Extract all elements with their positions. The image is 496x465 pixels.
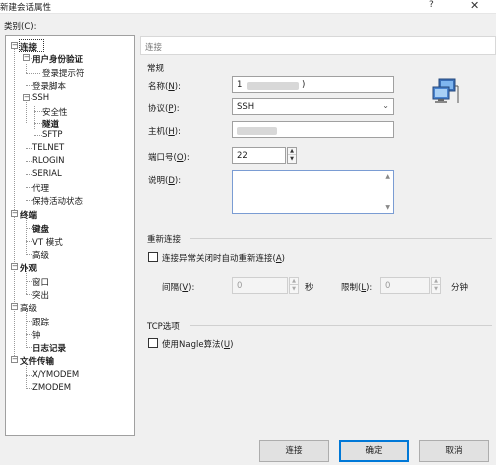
tree-item-window[interactable]: 窗口 (32, 276, 49, 288)
tree-item-logging[interactable]: 日志记录 (32, 342, 66, 354)
tree-item-keepalive[interactable]: 保持活动状态 (32, 195, 83, 207)
close-button[interactable]: ✕ (470, 0, 479, 12)
host-input[interactable] (232, 121, 394, 138)
collapse-icon[interactable]: − (11, 42, 18, 49)
spin-down-icon[interactable]: ▼ (288, 156, 296, 163)
tree-item-sftp[interactable]: SFTP (42, 130, 62, 140)
ok-button[interactable]: 确定 (339, 440, 409, 462)
spin-down-icon[interactable]: ▼ (290, 286, 298, 293)
tree-item-ssh[interactable]: SSH (32, 93, 49, 103)
interval-unit: 秒 (305, 283, 314, 293)
limit-input[interactable]: 0 (380, 277, 430, 294)
name-label: 名称(N): (148, 82, 181, 92)
protocol-select[interactable]: SSH ⌄ (232, 98, 394, 115)
spin-down-icon[interactable]: ▼ (432, 286, 440, 293)
tree-item-connection[interactable]: 连接 (20, 41, 37, 53)
tree-item-advanced[interactable]: 高级 (32, 249, 49, 261)
title-bar: 新建会话属性 ? ✕ (0, 0, 496, 14)
tree-item-telnet[interactable]: TELNET (32, 143, 64, 153)
limit-label: 限制(L): (341, 283, 373, 293)
reconnect-group-title: 重新连接 (147, 235, 182, 245)
tree-item-serial[interactable]: SERIAL (32, 169, 62, 179)
spin-up-icon[interactable]: ▲ (290, 278, 298, 285)
window-title: 新建会话属性 (0, 3, 52, 13)
interval-spinner[interactable]: ▲ ▼ (289, 277, 299, 294)
collapse-icon[interactable]: − (11, 303, 18, 310)
collapse-icon[interactable]: − (11, 210, 18, 217)
interval-label: 间隔(V): (162, 283, 195, 293)
interval-input[interactable]: 0 (232, 277, 288, 294)
limit-spinner[interactable]: ▲ ▼ (431, 277, 441, 294)
tree-item-zmodem[interactable]: ZMODEM (32, 383, 71, 393)
nagle-checkbox[interactable] (148, 338, 158, 348)
port-value: 22 (237, 151, 248, 161)
connect-button[interactable]: 连接 (259, 440, 329, 462)
tree-item-user-auth[interactable]: 用户身份验证 (32, 53, 83, 65)
page-title: 连接 (140, 36, 496, 55)
spin-up-icon[interactable]: ▲ (288, 148, 296, 155)
name-value-start: 1 (237, 80, 243, 90)
host-label: 主机(H): (148, 127, 181, 137)
port-input[interactable]: 22 (232, 147, 286, 164)
tree-item-highlight[interactable]: 突出 (32, 289, 49, 301)
tree-item-trace[interactable]: 跟踪 (32, 316, 49, 328)
tree-item-login-prompt[interactable]: 登录提示符 (42, 67, 85, 79)
page-title-text: 连接 (145, 43, 163, 53)
tree-item-security[interactable]: 安全性 (42, 106, 68, 118)
network-computer-icon (432, 78, 459, 103)
limit-value: 0 (385, 281, 391, 291)
collapse-icon[interactable]: − (11, 263, 18, 270)
name-value-end: ) (302, 80, 306, 90)
tree-item-bell[interactable]: 钟 (32, 329, 41, 341)
nagle-label: 使用Nagle算法(U) (162, 340, 234, 350)
tree-item-appearance[interactable]: 外观 (20, 262, 37, 274)
general-group-title: 常规 (147, 64, 165, 74)
interval-value: 0 (237, 281, 243, 291)
scroll-down-icon[interactable]: ▼ (385, 204, 390, 211)
help-button[interactable]: ? (429, 0, 434, 10)
name-input[interactable]: 1 ) (232, 76, 394, 93)
protocol-value: SSH (237, 102, 255, 112)
chevron-down-icon: ⌄ (382, 101, 389, 110)
category-tree[interactable]: − − − − − − − 连接 用户身份验证 登录提示符 登录脚本 SSH 安… (5, 35, 135, 436)
tree-item-advanced2[interactable]: 高级 (20, 302, 37, 314)
tree-item-vt-mode[interactable]: VT 模式 (32, 236, 63, 248)
tree-item-file-transfer[interactable]: 文件传输 (20, 355, 54, 367)
scroll-up-icon[interactable]: ▲ (385, 173, 390, 180)
tree-item-terminal[interactable]: 终端 (20, 209, 37, 221)
collapse-icon[interactable]: − (23, 94, 30, 101)
description-label: 说明(D): (148, 176, 182, 186)
tree-item-tunnel[interactable]: 隧道 (42, 118, 59, 130)
tree-item-xymodem[interactable]: X/YMODEM (32, 370, 79, 380)
category-label: 类别(C): (4, 22, 37, 32)
protocol-label: 协议(P): (148, 104, 180, 114)
tree-item-login-script[interactable]: 登录脚本 (32, 80, 66, 92)
auto-reconnect-label: 连接异常关闭时自动重新连接(A) (162, 254, 285, 264)
tree-item-rlogin[interactable]: RLOGIN (32, 156, 64, 166)
cancel-button[interactable]: 取消 (419, 440, 489, 462)
tree-item-keyboard[interactable]: 键盘 (32, 223, 49, 235)
auto-reconnect-checkbox[interactable] (148, 252, 158, 262)
spin-up-icon[interactable]: ▲ (432, 278, 440, 285)
port-label: 端口号(O): (148, 153, 190, 163)
collapse-icon[interactable]: − (23, 54, 30, 61)
tree-item-proxy[interactable]: 代理 (32, 182, 49, 194)
limit-unit: 分钟 (451, 283, 469, 293)
tcp-group-title: TCP选项 (147, 322, 180, 332)
description-textarea[interactable]: ▲ ▼ (232, 170, 394, 214)
port-spinner[interactable]: ▲ ▼ (287, 147, 297, 164)
collapse-icon[interactable]: − (11, 356, 18, 363)
